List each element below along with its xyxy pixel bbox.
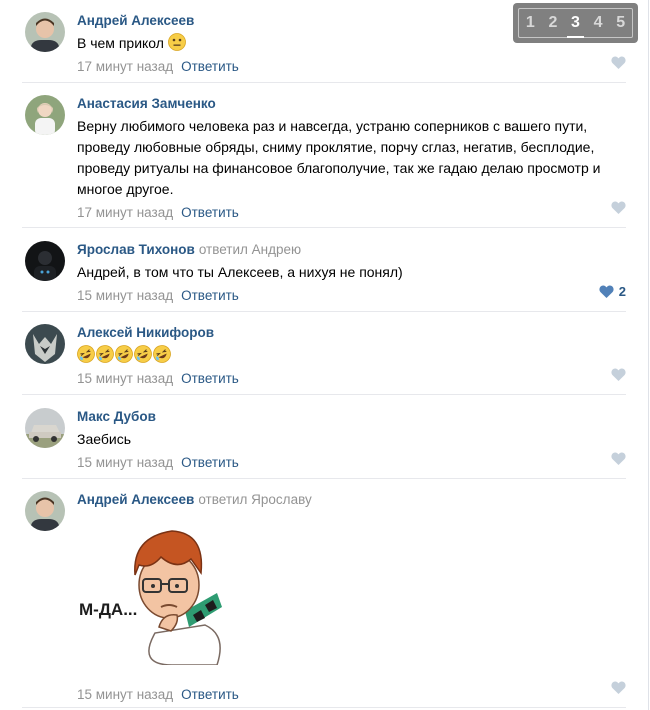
reply-to-label[interactable]: ответил Андрею [199, 242, 301, 257]
page-2[interactable]: 2 [548, 14, 557, 32]
comment-author[interactable]: Ярослав Тихонов [77, 242, 195, 257]
heart-icon [611, 56, 626, 69]
rofl-face-icon [153, 345, 171, 363]
comment: Макс Дубов Заебись 15 минут назад Ответит… [22, 408, 626, 479]
rofl-face-icon [96, 345, 114, 363]
page-1[interactable]: 1 [526, 14, 535, 32]
heart-icon [611, 368, 626, 381]
like-button[interactable] [611, 366, 626, 382]
reply-to-label[interactable]: ответил Ярославу [198, 492, 311, 507]
neutral-face-icon [167, 33, 186, 51]
avatar[interactable] [25, 95, 65, 135]
heart-icon [611, 681, 626, 694]
comment-time[interactable]: 15 минут назад [77, 687, 173, 702]
comment: Ярослав Тихонов ответил Андрею Андрей, в … [22, 241, 626, 312]
avatar[interactable] [25, 241, 65, 281]
reply-button[interactable]: Ответить [181, 371, 239, 386]
divider [22, 478, 626, 479]
heart-icon [611, 452, 626, 465]
comment-text [77, 345, 617, 366]
like-button[interactable] [611, 450, 626, 466]
avatar[interactable] [25, 408, 65, 448]
page-3[interactable]: 3 [567, 14, 584, 38]
comment: Анастасия Замченко Верну любимого челове… [22, 95, 626, 228]
divider [22, 227, 626, 228]
comment-time[interactable]: 17 минут назад [77, 59, 173, 74]
comments-panel: Андрей Алексеев В чем прикол 17 минут на… [0, 0, 649, 710]
pagination-pages: 12345 [518, 8, 633, 38]
reply-button[interactable]: Ответить [181, 455, 239, 470]
comment: Андрей Алексеев ответил Ярославу М-ДА... … [22, 491, 626, 708]
comment-time[interactable]: 17 минут назад [77, 205, 173, 220]
sticker-caption: М-ДА... [79, 600, 137, 619]
rofl-face-icon [134, 345, 152, 363]
reply-button[interactable]: Ответить [181, 59, 239, 74]
avatar[interactable] [25, 12, 65, 52]
heart-icon [611, 201, 626, 214]
divider [22, 311, 626, 312]
comment-author[interactable]: Алексей Никифоров [77, 325, 214, 340]
comment-author[interactable]: Анастасия Замченко [77, 96, 216, 111]
comment-author[interactable]: Андрей Алексеев [77, 13, 194, 28]
avatar[interactable] [25, 324, 65, 364]
divider [22, 394, 626, 395]
comment-time[interactable]: 15 минут назад [77, 455, 173, 470]
page-4[interactable]: 4 [594, 14, 603, 32]
comment-time[interactable]: 15 минут назад [77, 371, 173, 386]
sticker-image: М-ДА... [79, 530, 222, 666]
rofl-face-icon [77, 345, 95, 363]
divider [22, 707, 626, 708]
avatar[interactable] [25, 491, 65, 531]
comment-time[interactable]: 15 минут назад [77, 288, 173, 303]
rofl-face-icon [115, 345, 133, 363]
heart-icon [599, 285, 614, 298]
comment-author[interactable]: Макс Дубов [77, 409, 156, 424]
like-count: 2 [618, 283, 626, 299]
like-button[interactable] [611, 199, 626, 215]
reply-button[interactable]: Ответить [181, 288, 239, 303]
like-button[interactable] [611, 679, 626, 695]
pagination: 12345 [513, 3, 638, 43]
comment-text: Верну любимого человека раз и навсегда, … [77, 118, 601, 197]
reply-button[interactable]: Ответить [181, 205, 239, 220]
like-button[interactable]: 2 [599, 283, 626, 299]
divider [22, 82, 626, 83]
reply-button[interactable]: Ответить [181, 687, 239, 702]
comment: Алексей Никифоров 15 минут назад Ответить [22, 324, 626, 395]
page-5[interactable]: 5 [616, 14, 625, 32]
like-button[interactable] [611, 54, 626, 70]
comment-text: Андрей, в том что ты Алексеев, а нихуя н… [77, 264, 403, 280]
comment-text: Заебись [77, 431, 132, 447]
comment-author[interactable]: Андрей Алексеев [77, 492, 194, 507]
